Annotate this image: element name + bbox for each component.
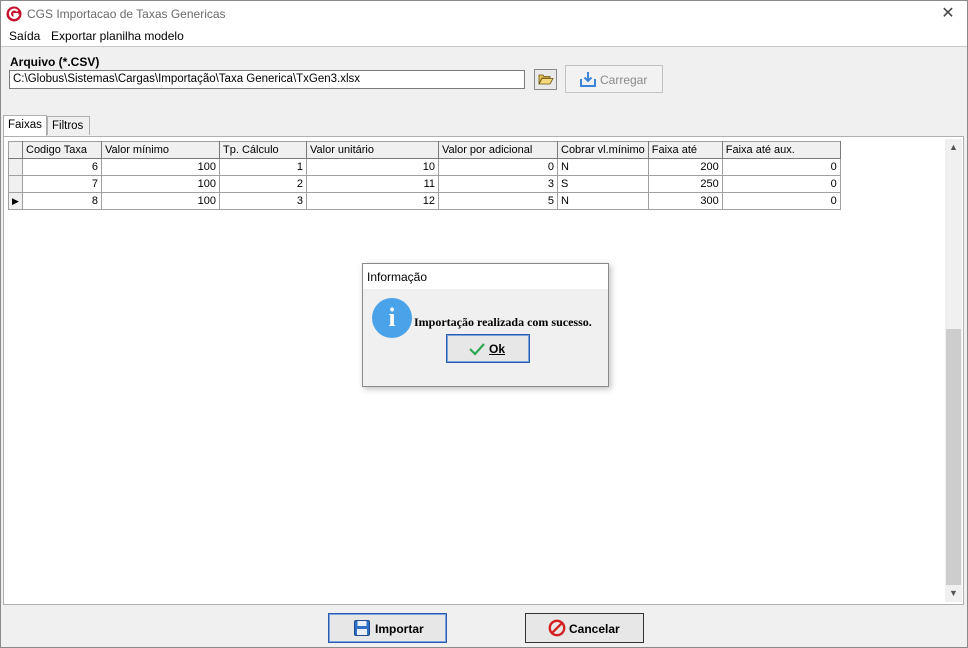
cell-valor-minimo[interactable]: 100 (101, 158, 220, 176)
current-row-arrow-icon[interactable]: ▶ (8, 192, 23, 210)
scroll-up-icon[interactable]: ▲ (945, 139, 962, 156)
faixas-grid[interactable]: Codigo Taxa Valor mínimo Tp. Cálculo Val… (8, 141, 841, 210)
header-row: Codigo Taxa Valor mínimo Tp. Cálculo Val… (8, 141, 841, 159)
window-title: CGS Importacao de Taxas Genericas (27, 7, 226, 21)
table-row-current[interactable]: ▶ 8 100 3 12 5 N 300 0 (8, 192, 841, 210)
cell-cobrar-vl-minimo[interactable]: N (557, 192, 649, 210)
tab-faixas[interactable]: Faixas (3, 115, 47, 136)
vertical-scrollbar[interactable]: ▲ ▼ (945, 139, 962, 602)
cancel-icon (548, 619, 566, 637)
save-disk-icon (354, 620, 370, 636)
tab-filtros[interactable]: Filtros (47, 116, 90, 135)
folder-open-icon (538, 74, 554, 85)
cell-tp-calculo[interactable]: 2 (219, 175, 307, 193)
col-header-faixa-ate[interactable]: Faixa até (647, 141, 723, 159)
menu-bar: Saída Exportar planilha modelo (1, 27, 967, 46)
browse-folder-button[interactable] (534, 69, 557, 90)
menu-item-saida[interactable]: Saída (9, 29, 40, 43)
main-window: CGS Importacao de Taxas Genericas ✕ Saíd… (0, 0, 968, 648)
cell-cobrar-vl-minimo[interactable]: N (557, 158, 649, 176)
info-dialog: Informação i Importação realizada com su… (362, 263, 609, 387)
app-logo-icon (6, 6, 22, 22)
dialog-message: Importação realizada com sucesso. (414, 315, 592, 329)
cell-faixa-ate-aux[interactable]: 0 (721, 158, 841, 176)
ok-label: Ok (489, 342, 506, 356)
cell-codigo-taxa[interactable]: 8 (22, 192, 102, 210)
cell-valor-minimo[interactable]: 100 (101, 175, 220, 193)
menu-item-exportar-planilha[interactable]: Exportar planilha modelo (51, 29, 184, 43)
table-row[interactable]: 6 100 1 10 0 N 200 0 (8, 158, 841, 176)
cell-tp-calculo[interactable]: 1 (219, 158, 307, 176)
scroll-down-icon[interactable]: ▼ (945, 585, 962, 602)
ok-button[interactable]: Ok (446, 334, 530, 363)
row-indicator[interactable] (8, 175, 23, 193)
cell-faixa-ate[interactable]: 300 (647, 192, 723, 210)
table-row[interactable]: 7 100 2 11 3 S 250 0 (8, 175, 841, 193)
cell-valor-unitario[interactable]: 10 (306, 158, 439, 176)
cell-faixa-ate[interactable]: 250 (647, 175, 723, 193)
checkmark-icon (469, 343, 485, 356)
cell-codigo-taxa[interactable]: 6 (22, 158, 102, 176)
cell-faixa-ate-aux[interactable]: 0 (721, 192, 841, 210)
col-header-valor-unitario[interactable]: Valor unitário (306, 141, 439, 159)
cell-valor-por-adicional[interactable]: 3 (438, 175, 558, 193)
cell-cobrar-vl-minimo[interactable]: S (557, 175, 649, 193)
dialog-title: Informação (367, 270, 428, 284)
cell-valor-unitario[interactable]: 11 (306, 175, 439, 193)
arquivo-label: Arquivo (*.CSV) (10, 55, 100, 69)
cell-codigo-taxa[interactable]: 7 (22, 175, 102, 193)
row-indicator[interactable] (8, 158, 23, 176)
dialog-title-bar: Informação (363, 264, 608, 289)
cell-valor-minimo[interactable]: 100 (101, 192, 220, 210)
cell-faixa-ate-aux[interactable]: 0 (721, 175, 841, 193)
cancelar-button[interactable]: Cancelar (525, 613, 644, 643)
row-indicator-header (8, 141, 23, 159)
cancelar-label: Cancelar (569, 622, 620, 636)
col-header-valor-minimo[interactable]: Valor mínimo (101, 141, 220, 159)
col-header-tp-calculo[interactable]: Tp. Cálculo (219, 141, 307, 159)
scroll-thumb[interactable] (946, 329, 961, 585)
cell-faixa-ate[interactable]: 200 (647, 158, 723, 176)
carregar-label: Carregar (600, 73, 648, 87)
importar-label: Importar (375, 622, 424, 636)
info-icon: i (372, 298, 412, 338)
data-table: Codigo Taxa Valor mínimo Tp. Cálculo Val… (8, 141, 841, 210)
cell-valor-unitario[interactable]: 12 (306, 192, 439, 210)
carregar-button[interactable]: Carregar (565, 65, 663, 93)
col-header-cobrar-vl-minimo[interactable]: Cobrar vl.mínimo (557, 141, 649, 159)
menu-separator (1, 46, 967, 47)
importar-button[interactable]: Importar (328, 613, 447, 643)
col-header-codigo-taxa[interactable]: Codigo Taxa (22, 141, 102, 159)
title-bar: CGS Importacao de Taxas Genericas ✕ (1, 1, 967, 27)
cell-valor-por-adicional[interactable]: 5 (438, 192, 558, 210)
col-header-valor-por-adicional[interactable]: Valor por adicional (438, 141, 558, 159)
close-icon[interactable]: ✕ (937, 3, 959, 25)
cell-tp-calculo[interactable]: 3 (219, 192, 307, 210)
col-header-faixa-ate-aux[interactable]: Faixa até aux. (721, 141, 841, 159)
file-path-input[interactable]: C:\Globus\Sistemas\Cargas\Importação\Tax… (9, 70, 525, 89)
cell-valor-por-adicional[interactable]: 0 (438, 158, 558, 176)
download-icon (580, 72, 596, 87)
